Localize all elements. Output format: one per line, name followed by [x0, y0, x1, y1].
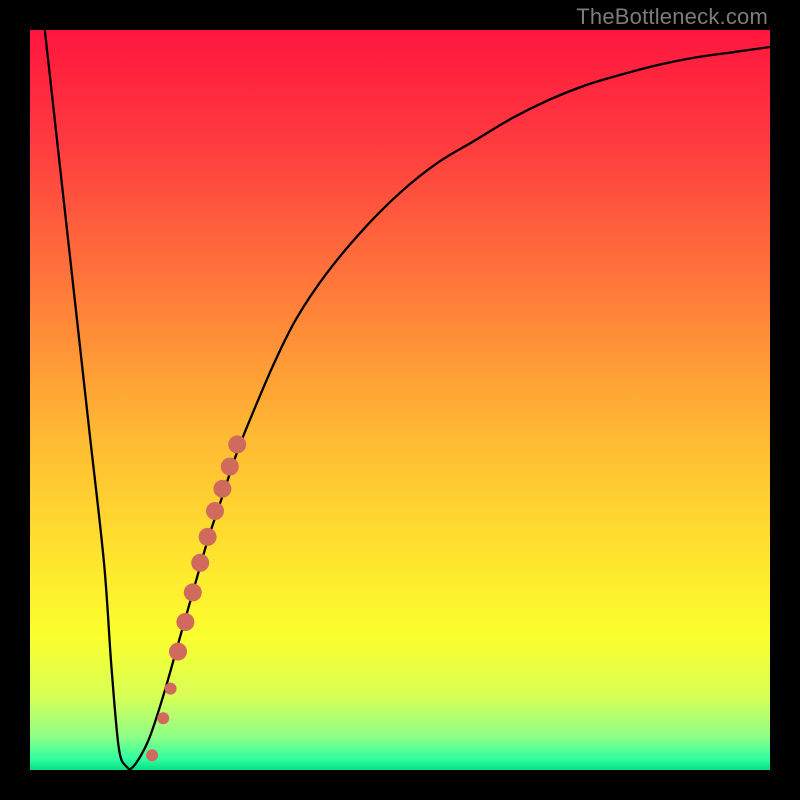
scatter-point	[169, 643, 187, 661]
scatter-point	[228, 435, 246, 453]
scatter-point	[199, 528, 217, 546]
curve-layer	[30, 30, 770, 770]
plot-area	[30, 30, 770, 770]
scatter-point	[165, 683, 177, 695]
scatter-point	[213, 480, 231, 498]
scatter-point	[206, 502, 224, 520]
scatter-point	[221, 458, 239, 476]
scatter-point	[176, 613, 194, 631]
watermark-text: TheBottleneck.com	[576, 4, 768, 30]
scatter-point	[146, 749, 158, 761]
chart-frame: TheBottleneck.com	[0, 0, 800, 800]
scatter-points	[146, 435, 246, 761]
scatter-point	[184, 583, 202, 601]
bottleneck-curve	[45, 30, 770, 769]
scatter-point	[157, 712, 169, 724]
scatter-point	[191, 554, 209, 572]
